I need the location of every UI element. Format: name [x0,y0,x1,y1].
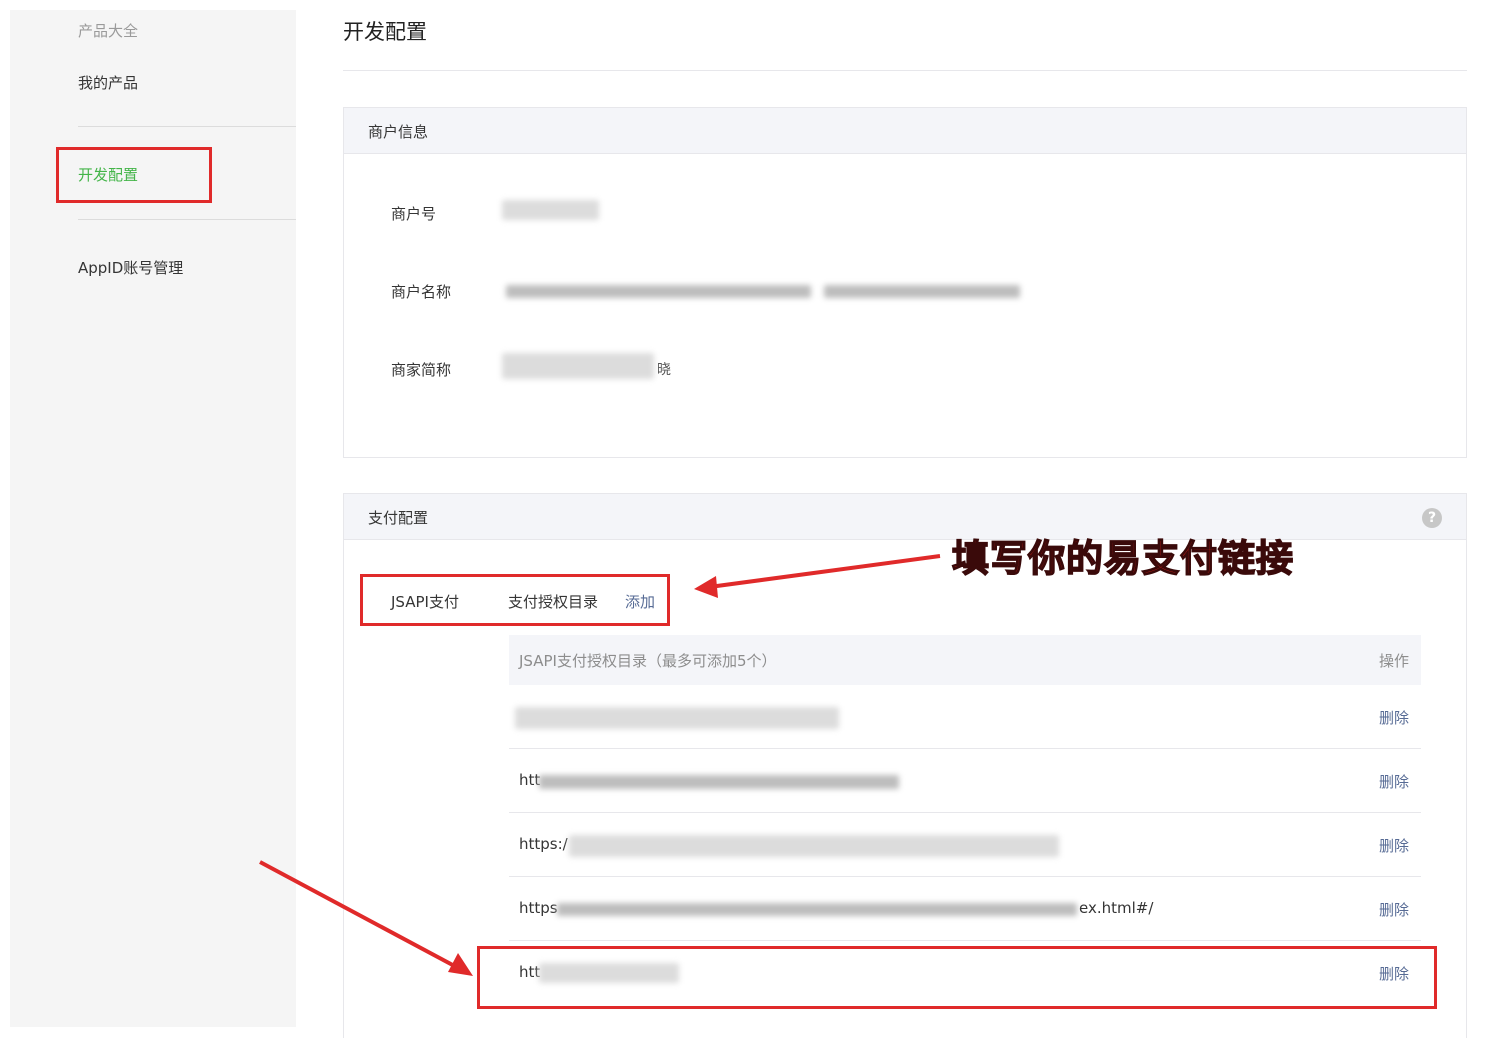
url-redacted [515,707,839,729]
sidebar-item-my-products[interactable]: 我的产品 [78,72,138,93]
panel-title: 支付配置 [368,509,429,527]
delete-link[interactable]: 删除 [1379,707,1409,728]
delete-link[interactable]: 删除 [1379,771,1409,792]
sidebar-group-title: 产品大全 [78,22,139,40]
table-row: https ex.html#/ 删除 [509,877,1421,941]
page-title: 开发配置 [343,20,427,44]
highlight-box-jsapi [360,574,670,626]
url-redacted [557,903,1077,916]
merchant-info-panel: 商户信息 商户号 商户名称 商家简称 晓 [343,107,1467,458]
delete-link[interactable]: 删除 [1379,835,1409,856]
table-row: htt 删除 [509,749,1421,813]
panel-header: 支付配置 ? [344,494,1466,540]
panel-header: 商户信息 [344,108,1466,154]
merchant-id-value-redacted [502,200,599,220]
merchant-name-value-redacted [506,285,811,298]
table-row: https:/ 删除 [509,813,1421,877]
merchant-id-label: 商户号 [391,205,437,223]
url-suffix: ex.html#/ [1079,899,1154,917]
highlight-box-new-row [477,946,1437,1009]
url-redacted [569,835,1059,857]
delete-link[interactable]: 删除 [1379,899,1409,920]
url-redacted [539,775,899,789]
title-divider [343,70,1467,71]
annotation-text: 填写你的易支付链接 [951,536,1294,581]
sidebar-item-appid-management[interactable]: AppID账号管理 [78,257,183,278]
merchant-short-name-label: 商家简称 [391,361,452,379]
merchant-name-value-redacted [824,285,1020,298]
help-icon[interactable]: ? [1422,508,1442,528]
merchant-short-name-tail: 晓 [657,362,671,378]
merchant-short-name-value-redacted [502,353,654,379]
highlight-box-dev-config [56,147,212,203]
sidebar-divider [78,219,296,220]
sidebar-divider [78,126,296,127]
table-row: 删除 [509,685,1421,749]
panel-title: 商户信息 [368,123,429,141]
merchant-name-label: 商户名称 [391,283,452,301]
table-header: JSAPI支付授权目录（最多可添加5个） 操作 [509,635,1421,685]
url-prefix: htt [519,771,541,789]
table-header-dir: JSAPI支付授权目录（最多可添加5个） [519,652,777,670]
url-prefix: https:/ [519,835,568,853]
table-header-action: 操作 [1378,652,1409,670]
url-prefix: https [519,899,558,917]
